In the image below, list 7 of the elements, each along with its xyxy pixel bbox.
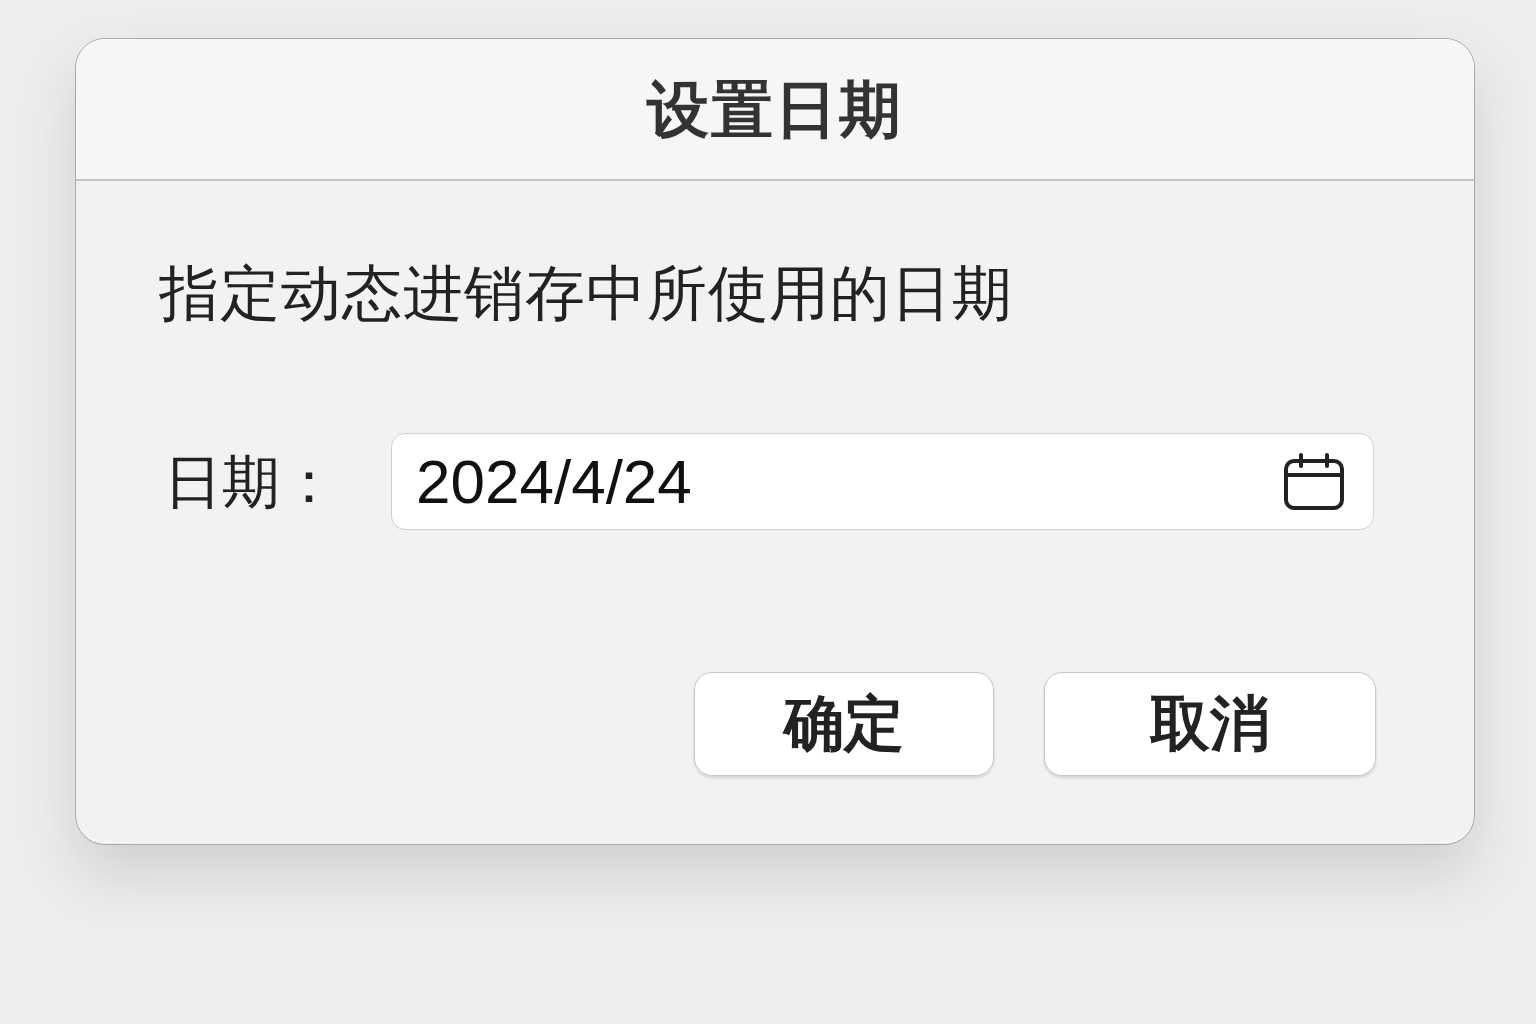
- calendar-icon[interactable]: [1283, 452, 1345, 511]
- cancel-button[interactable]: 取消: [1044, 672, 1376, 776]
- ok-button[interactable]: 确定: [694, 672, 994, 776]
- dialog-title: 设置日期: [647, 73, 903, 146]
- date-field[interactable]: 2024/4/24: [391, 433, 1374, 530]
- description-text: 指定动态进销存中所使用的日期: [159, 260, 1013, 327]
- date-label: 日期：: [164, 448, 339, 516]
